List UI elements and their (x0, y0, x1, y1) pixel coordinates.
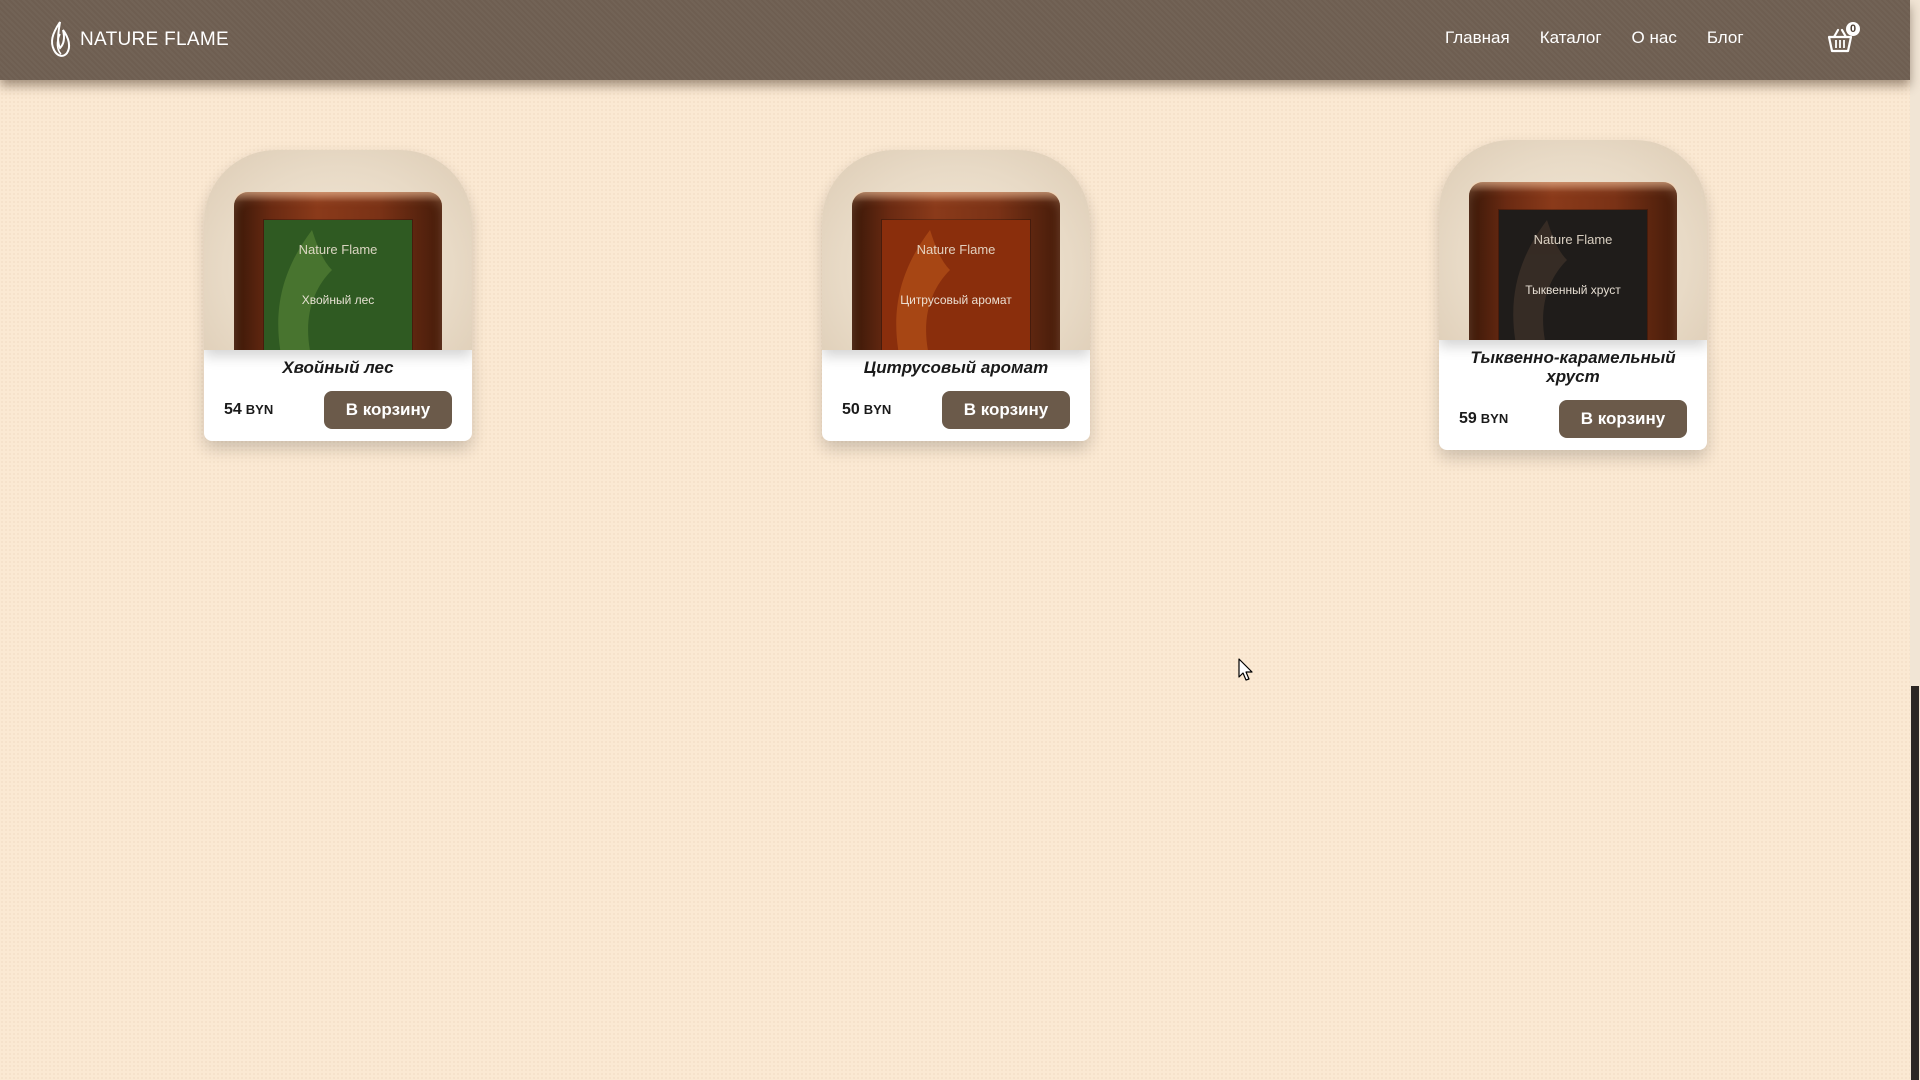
product-price: 54 BYN (224, 401, 273, 419)
nav-catalog[interactable]: Каталог (1540, 28, 1602, 48)
label-name: Тыквенный хруст (1525, 283, 1621, 297)
product-title[interactable]: Тыквенно-карамельный хруст (1459, 348, 1687, 386)
price-currency: BYN (1480, 411, 1509, 426)
nav-about[interactable]: О нас (1632, 28, 1677, 48)
add-to-cart-button[interactable]: В корзину (942, 391, 1070, 429)
add-to-cart-button[interactable]: В корзину (324, 391, 452, 429)
product-info: Тыквенно-карамельный хруст 59 BYN В корзи… (1439, 340, 1707, 450)
product-card: Nature Flame Хвойный лес Хвойный лес 54 B… (204, 150, 472, 441)
jar-label: Nature Flame Хвойный лес (264, 220, 412, 350)
jar-rim (852, 192, 1060, 202)
label-brand: Nature Flame (916, 242, 996, 257)
product-price: 59 BYN (1459, 410, 1508, 428)
scrollbar-thumb[interactable] (1911, 686, 1919, 1080)
product-title[interactable]: Хвойный лес (224, 358, 452, 377)
label-name: Хвойный лес (301, 293, 375, 307)
product-image[interactable]: Nature Flame Хвойный лес (204, 150, 472, 350)
nav-blog[interactable]: Блог (1707, 28, 1744, 48)
label-name: Цитрусовый аромат (900, 293, 1012, 307)
flame-icon (51, 21, 71, 57)
product-image[interactable]: Nature Flame Тыквенный хруст (1439, 140, 1707, 340)
label-brand: Nature Flame (1533, 232, 1613, 247)
product-actions: 59 BYN В корзину (1459, 400, 1687, 438)
nav-home[interactable]: Главная (1445, 28, 1510, 48)
product-image[interactable]: Nature Flame Цитрусовый аромат (822, 150, 1090, 350)
product-price: 50 BYN (842, 401, 891, 419)
price-currency: BYN (863, 402, 892, 417)
main-nav: Главная Каталог О нас Блог (1445, 28, 1774, 48)
product-title[interactable]: Цитрусовый аромат (842, 358, 1070, 377)
price-currency: BYN (245, 402, 274, 417)
label-brand: Nature Flame (298, 242, 378, 257)
product-actions: 54 BYN В корзину (224, 391, 452, 429)
cart-button[interactable]: 0 (1826, 22, 1860, 54)
site-header: NATURE FLAME Главная Каталог О нас Блог … (0, 0, 1910, 80)
mouse-cursor-icon (1238, 658, 1253, 681)
product-info: Цитрусовый аромат 50 BYN В корзину (822, 350, 1090, 441)
cart-count-badge: 0 (1846, 22, 1860, 36)
product-info: Хвойный лес 54 BYN В корзину (204, 350, 472, 441)
add-to-cart-button[interactable]: В корзину (1559, 400, 1687, 438)
jar-rim (1469, 182, 1677, 192)
jar-rim (234, 192, 442, 202)
price-value: 54 (224, 401, 242, 418)
product-card: Nature Flame Тыквенный хруст Тыквенно-ка… (1439, 140, 1707, 450)
price-value: 59 (1459, 410, 1477, 427)
logo-text: NATURE FLAME (80, 29, 229, 50)
jar-label: Nature Flame Тыквенный хруст (1499, 210, 1647, 340)
product-actions: 50 BYN В корзину (842, 391, 1070, 429)
product-card: Nature Flame Цитрусовый аромат Цитрусовы… (822, 150, 1090, 441)
logo[interactable]: NATURE FLAME (48, 20, 229, 60)
jar-label: Nature Flame Цитрусовый аромат (882, 220, 1030, 350)
price-value: 50 (842, 401, 860, 418)
